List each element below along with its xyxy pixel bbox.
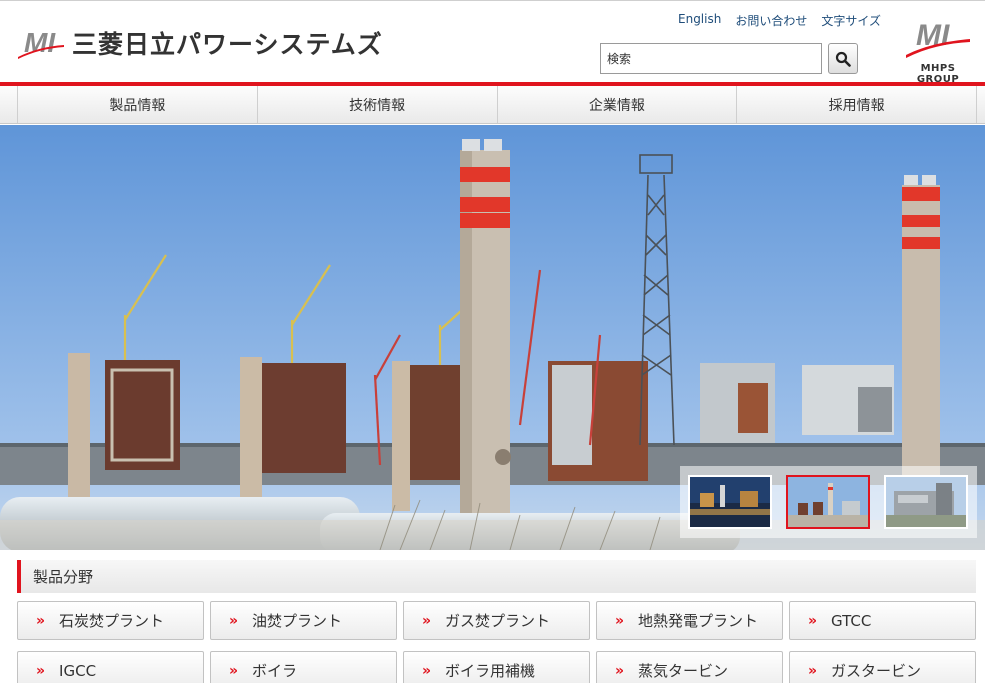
- product-gas-turbine-button[interactable]: » ガスタービン: [789, 651, 976, 683]
- product-gas-plant-button[interactable]: » ガス焚プラント: [403, 601, 590, 640]
- product-label: ボイラ用補機: [445, 662, 536, 680]
- nav-item-products[interactable]: 製品情報: [17, 86, 257, 123]
- search-button[interactable]: [828, 43, 858, 74]
- arrow-right-icon: »: [36, 662, 46, 679]
- product-label: 地熱発電プラント: [638, 612, 759, 630]
- product-oil-plant-button[interactable]: » 油焚プラント: [210, 601, 397, 640]
- search-icon: [835, 51, 851, 67]
- nav-item-careers[interactable]: 採用情報: [736, 86, 977, 123]
- product-steam-turbine-button[interactable]: » 蒸気タービン: [596, 651, 783, 683]
- product-boiler-button[interactable]: » ボイラ: [210, 651, 397, 683]
- company-name: 三菱日立パワーシステムズ: [72, 30, 383, 59]
- mhps-group-logo[interactable]: MI MHPS GROUP: [896, 15, 976, 85]
- products-grid: » 石炭焚プラント » 油焚プラント » ガス焚プラント » 地熱発電プラント » GTC…: [17, 601, 977, 683]
- mi-logo-icon: MI: [18, 26, 64, 60]
- product-igcc-button[interactable]: » IGCC: [17, 651, 204, 683]
- products-row: » 石炭焚プラント » 油焚プラント » ガス焚プラント » 地熱発電プラント » GTC…: [17, 601, 977, 640]
- arrow-right-icon: »: [422, 662, 432, 679]
- product-label: ガス焚プラント: [445, 612, 551, 630]
- product-coal-plant-button[interactable]: » 石炭焚プラント: [17, 601, 204, 640]
- product-geothermal-plant-button[interactable]: » 地熱発電プラント: [596, 601, 783, 640]
- arrow-right-icon: »: [615, 612, 625, 629]
- thumbnail-night-plant-image: [690, 477, 770, 527]
- contact-link[interactable]: お問い合わせ: [735, 12, 807, 29]
- arrow-right-icon: »: [36, 612, 46, 629]
- english-link[interactable]: English: [678, 12, 721, 29]
- product-label: 石炭焚プラント: [59, 612, 165, 630]
- product-label: ガスタービン: [831, 662, 922, 680]
- hero-thumbnail-active[interactable]: [786, 475, 870, 529]
- arrow-right-icon: »: [808, 612, 818, 629]
- font-size-link[interactable]: 文字サイズ: [821, 12, 881, 29]
- arrow-right-icon: »: [229, 612, 239, 629]
- hero-thumbnail[interactable]: [884, 475, 968, 529]
- product-label: IGCC: [59, 661, 97, 680]
- nav-item-company[interactable]: 企業情報: [496, 86, 737, 123]
- hero-thumbnails: [680, 466, 977, 538]
- arrow-right-icon: »: [808, 662, 818, 679]
- thumbnail-building-image: [886, 477, 966, 527]
- product-gtcc-button[interactable]: » GTCC: [789, 601, 976, 640]
- product-boiler-aux-button[interactable]: » ボイラ用補機: [403, 651, 590, 683]
- search-input[interactable]: [600, 43, 822, 74]
- page: MI 三菱日立パワーシステムズ English お問い合わせ 文字サイズ MI: [0, 0, 985, 683]
- thumbnail-construction-image: [788, 477, 868, 527]
- arrow-right-icon: »: [422, 612, 432, 629]
- product-label: ボイラ: [252, 662, 298, 680]
- arrow-right-icon: »: [615, 662, 625, 679]
- products-row: » IGCC » ボイラ » ボイラ用補機 » 蒸気タービン » ガスタービン: [17, 651, 977, 683]
- product-label: 蒸気タービン: [638, 662, 729, 680]
- product-label: 油焚プラント: [252, 612, 343, 630]
- search-box: [600, 43, 858, 74]
- hero-thumbnail[interactable]: [688, 475, 772, 529]
- products-section-title: 製品分野: [17, 560, 976, 593]
- mhps-logo-icon: MI: [906, 19, 970, 58]
- arrow-right-icon: »: [229, 662, 239, 679]
- nav-item-technology[interactable]: 技術情報: [256, 86, 497, 123]
- company-logo[interactable]: MI 三菱日立パワーシステムズ: [18, 25, 383, 61]
- site-header: MI 三菱日立パワーシステムズ English お問い合わせ 文字サイズ MI: [0, 0, 985, 85]
- global-nav: 製品情報 技術情報 企業情報 採用情報: [0, 86, 985, 124]
- product-label: GTCC: [831, 611, 872, 630]
- utility-links: English お問い合わせ 文字サイズ: [678, 12, 881, 29]
